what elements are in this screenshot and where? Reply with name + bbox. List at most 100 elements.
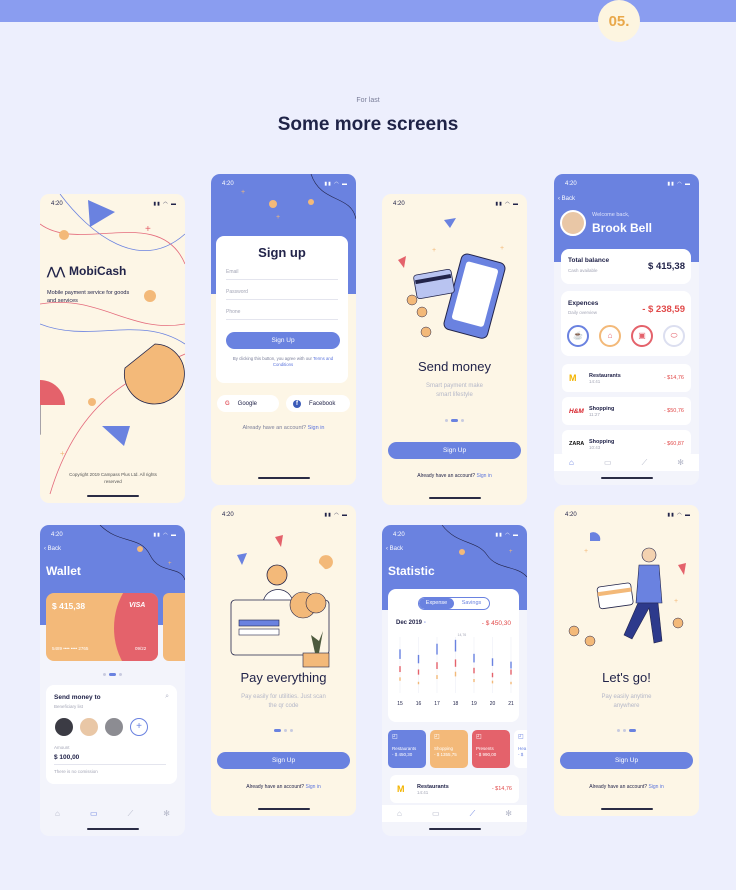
chart-icon[interactable]: ⟋ bbox=[642, 458, 648, 468]
password-field[interactable]: Password bbox=[226, 289, 338, 300]
x-tick-label: 15 bbox=[397, 701, 403, 707]
character-illustration: ++ bbox=[568, 532, 686, 647]
x-tick-label: 17 bbox=[434, 701, 440, 707]
screen-mobicash: 4:20 ▮▮ ◠ ▬ + + ⋀⋀ MobiCash Mobile payment… bbox=[40, 194, 185, 503]
phone-field[interactable]: Phone bbox=[226, 309, 338, 320]
signin-link[interactable]: Sign in bbox=[305, 784, 320, 790]
mobicash-logo: ⋀⋀ MobiCash bbox=[47, 264, 126, 278]
expences-sub: Daily overview bbox=[568, 310, 598, 315]
chart-icon[interactable]: ⟋ bbox=[470, 809, 476, 819]
category-amount: - $ bbox=[518, 752, 524, 757]
category-card[interactable]: ◰ Restaurants - $ 450,30 bbox=[388, 730, 426, 768]
search-icon[interactable]: ⌕ bbox=[165, 693, 169, 701]
home-indicator bbox=[600, 808, 653, 810]
status-bar: 4:20 ▮▮ ◠ ▬ bbox=[222, 512, 348, 518]
add-beneficiary-button[interactable]: + bbox=[130, 718, 148, 736]
calendar-icon: ▫ bbox=[423, 620, 426, 626]
settings-icon[interactable]: ✻ bbox=[505, 809, 512, 818]
copyright: Copyright 2019 Campass Plus Ltd. All rig… bbox=[69, 472, 157, 484]
avatar[interactable] bbox=[80, 718, 98, 736]
svg-text:+: + bbox=[500, 245, 504, 252]
settings-icon[interactable]: ✻ bbox=[163, 809, 170, 818]
hm-logo: H&M bbox=[569, 407, 584, 415]
signin-prompt: Already have an account? Sign in bbox=[242, 425, 325, 431]
card-expiry: 09/22 bbox=[135, 646, 147, 651]
send-money-card: Send money to ⌕ Beneficiary list + Amoun… bbox=[46, 685, 177, 784]
signin-prompt: Already have an account? Sign in bbox=[246, 784, 321, 790]
back-button[interactable]: ‹ Back bbox=[386, 546, 403, 552]
signal-icons: ▮▮ ◠ ▬ bbox=[324, 181, 348, 187]
signin-link[interactable]: Sign in bbox=[648, 784, 663, 790]
facebook-button[interactable]: f Facebook bbox=[286, 395, 350, 412]
welcome-text: Welcome back, bbox=[592, 212, 630, 218]
lets-go-subtitle: Pay easily anytime anywhere bbox=[601, 694, 652, 709]
home-icon[interactable]: ⌂ bbox=[397, 809, 402, 818]
chart-bar bbox=[454, 659, 457, 667]
signin-link[interactable]: Sign in bbox=[308, 425, 325, 431]
back-button[interactable]: ‹ Back bbox=[44, 546, 61, 552]
signup-button[interactable]: Sign Up bbox=[226, 332, 340, 349]
month-label[interactable]: Dec 2019 ▫ bbox=[396, 620, 426, 626]
wallet-icon[interactable]: ▭ bbox=[432, 809, 440, 818]
transaction-row[interactable]: M Restaurants 14:41- $14,76 bbox=[562, 364, 691, 392]
visa-card[interactable]: $ 415,38 VISA 5489 •••• •••• 2765 09/22 bbox=[46, 593, 158, 661]
signin-prompt: Already have an account? Sign in bbox=[589, 784, 664, 790]
signin-link[interactable]: Sign in bbox=[476, 473, 491, 479]
signal-icons: ▮▮ ◠ ▬ bbox=[153, 532, 177, 538]
chart-bar bbox=[436, 675, 438, 680]
google-icon: G bbox=[225, 400, 230, 407]
signup-card: Sign up Email Password Phone Sign Up By … bbox=[216, 236, 348, 383]
home-indicator bbox=[428, 828, 481, 830]
home-icon[interactable]: ⌂ bbox=[569, 458, 574, 467]
amount-input[interactable]: $ 100,00 bbox=[54, 754, 166, 765]
transaction-row[interactable]: H&M Shopping 11:27- $50,76 bbox=[562, 397, 691, 425]
pager-dots bbox=[445, 419, 464, 422]
home-icon[interactable]: ⌂ bbox=[55, 809, 60, 818]
settings-icon[interactable]: ✻ bbox=[677, 458, 684, 467]
wallet-title: Wallet bbox=[46, 564, 81, 578]
bottom-nav: ⌂ ▭ ⟋ ✻ bbox=[382, 805, 527, 822]
avatar[interactable] bbox=[105, 718, 123, 736]
chart-bar bbox=[510, 669, 512, 675]
category-icon: ◰ bbox=[476, 734, 482, 740]
home-indicator bbox=[600, 477, 653, 479]
signup-button[interactable]: Sign Up bbox=[388, 442, 521, 459]
x-tick-label: 20 bbox=[490, 701, 496, 707]
pager-dots bbox=[103, 673, 122, 676]
wallet-illustration bbox=[230, 535, 333, 668]
signup-button[interactable]: Sign Up bbox=[560, 752, 693, 769]
chart-icon[interactable]: ⟋ bbox=[128, 809, 134, 819]
x-tick-label: 19 bbox=[471, 701, 477, 707]
svg-text:+: + bbox=[509, 549, 513, 555]
expences-label: Expences bbox=[568, 300, 599, 307]
terms-text: By clicking this button, you agree with … bbox=[232, 356, 334, 367]
month-amount: - $ 450,30 bbox=[481, 620, 511, 627]
svg-text:+: + bbox=[432, 247, 436, 254]
gift-icon[interactable]: ▣ bbox=[631, 325, 653, 347]
category-card[interactable]: ◰ Presents - $ 990,00 bbox=[472, 730, 510, 768]
svg-text:+: + bbox=[60, 449, 65, 458]
card-number: 5489 •••• •••• 2765 bbox=[52, 646, 89, 651]
back-button[interactable]: ‹ Back bbox=[558, 196, 575, 202]
transaction-row[interactable]: M Restaurants 14:41- $14,76 bbox=[390, 775, 519, 803]
facebook-icon: f bbox=[293, 399, 301, 408]
category-card[interactable]: ◰ Shopping - $ 1355,75 bbox=[430, 730, 468, 768]
svg-text:+: + bbox=[145, 224, 151, 235]
tagline: Mobile payment service for goods and ser… bbox=[47, 290, 130, 304]
home-indicator bbox=[257, 477, 310, 479]
pager-dots bbox=[617, 729, 636, 732]
pill-icon[interactable]: ⬭ bbox=[663, 325, 685, 347]
coffee-icon[interactable]: ☕ bbox=[567, 325, 589, 347]
avatar[interactable] bbox=[55, 718, 73, 736]
wallet-icon[interactable]: ▭ bbox=[90, 809, 98, 818]
wallet-icon[interactable]: ▭ bbox=[604, 458, 612, 467]
home-indicator bbox=[257, 808, 310, 810]
tab-expense[interactable]: Expense bbox=[419, 598, 454, 609]
signup-button[interactable]: Sign Up bbox=[217, 752, 350, 769]
shopping-bag-icon[interactable]: ⌂ bbox=[599, 325, 621, 347]
category-card[interactable]: ◰ Hea - $ bbox=[514, 730, 527, 768]
tab-savings[interactable]: Savings bbox=[454, 598, 489, 609]
google-button[interactable]: G Google bbox=[217, 395, 279, 412]
peak-label: 14,76 bbox=[458, 633, 467, 637]
email-field[interactable]: Email bbox=[226, 269, 338, 280]
